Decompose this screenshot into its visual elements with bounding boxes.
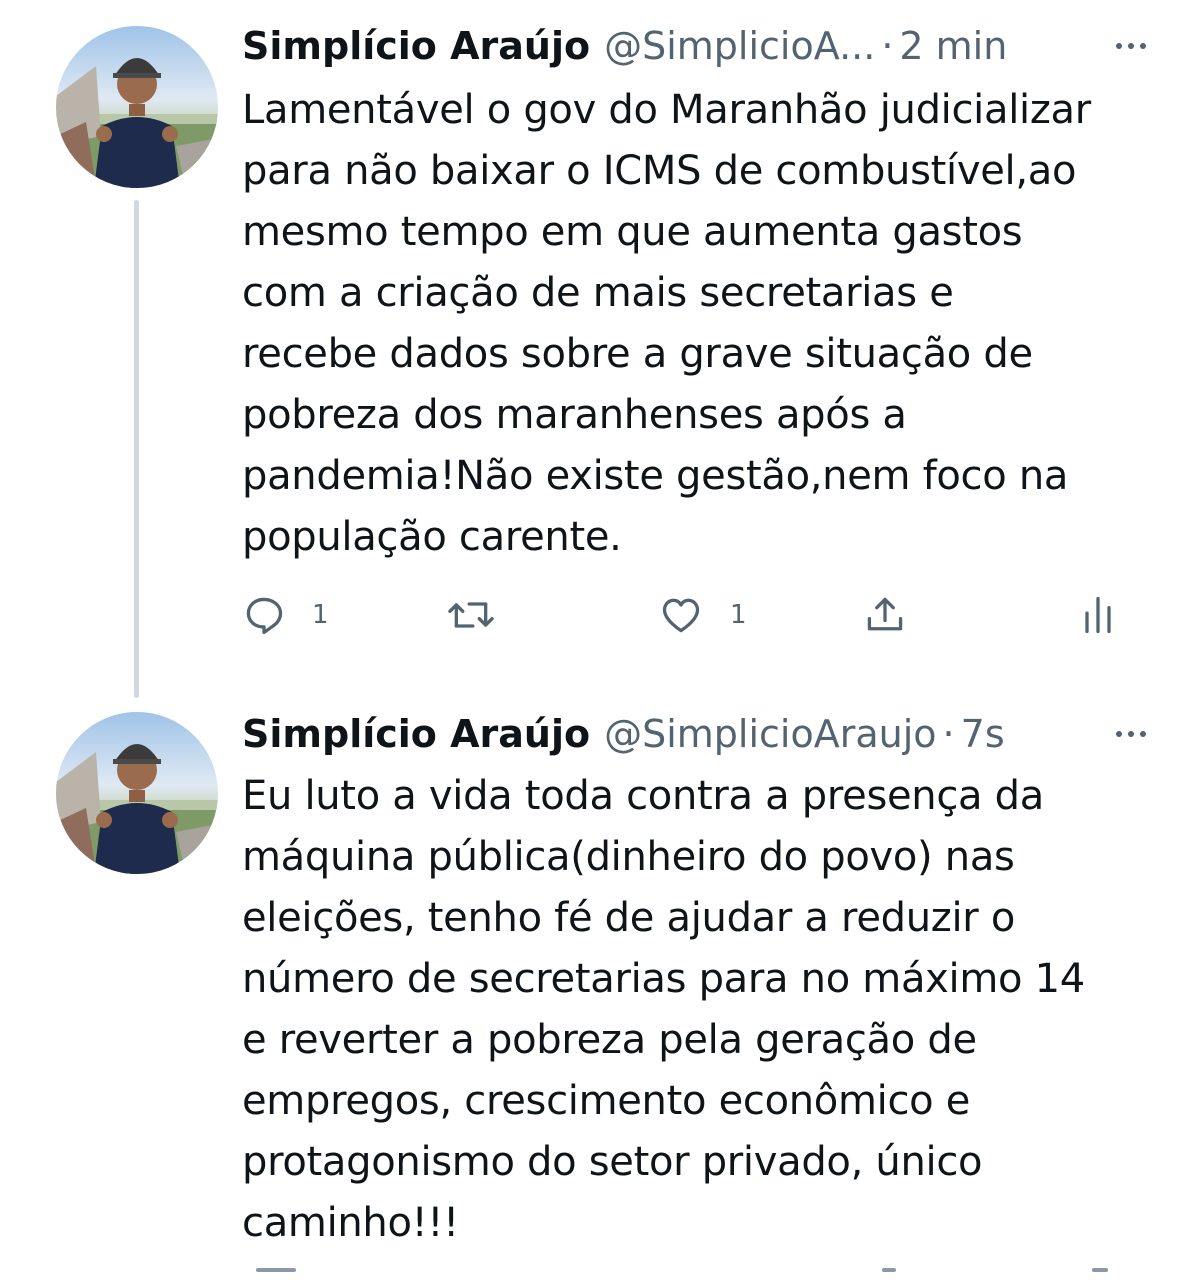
timestamp[interactable]: 7s <box>961 708 1005 760</box>
avatar[interactable] <box>56 712 218 874</box>
more-options-icon[interactable] <box>1116 708 1146 760</box>
reply-button[interactable]: 1 <box>242 590 329 640</box>
user-handle[interactable]: @SimplicioAraujo <box>604 708 936 760</box>
display-name[interactable]: Simplício Araújo <box>242 20 590 72</box>
display-name[interactable]: Simplício Araújo <box>242 708 590 760</box>
tweet[interactable]: Simplício Araújo @SimplicioA... · 2 min … <box>0 0 1196 700</box>
reply-icon <box>246 597 283 635</box>
retweet-icon <box>448 602 494 628</box>
retweet-button[interactable] <box>446 590 496 640</box>
avatar[interactable] <box>56 26 218 188</box>
like-button[interactable]: 1 <box>658 590 747 640</box>
separator: · <box>881 24 894 68</box>
tweet-text: Eu luto a vida toda contra a presença da… <box>242 773 1085 1246</box>
user-handle[interactable]: @SimplicioA... <box>604 20 875 72</box>
separator: · <box>942 712 955 756</box>
tweet-header: Simplício Araújo @SimplicioA... · 2 min <box>242 20 1146 72</box>
tweet-text: Lamentável o gov do Maranhão judicializa… <box>242 87 1091 560</box>
tweet-header: Simplício Araújo @SimplicioAraujo · 7s <box>242 708 1146 760</box>
analytics-icon <box>1085 596 1111 634</box>
share-icon <box>867 597 903 631</box>
tweet-actions-cut-off <box>242 1268 1122 1280</box>
tweet[interactable]: Simplício Araújo @SimplicioAraujo · 7s E… <box>0 700 1196 1280</box>
analytics-button[interactable] <box>1082 590 1114 640</box>
tweet-actions: 1 1 <box>242 590 1122 640</box>
thread-line <box>134 200 139 698</box>
more-options-icon[interactable] <box>1116 20 1146 72</box>
heart-icon <box>662 598 700 633</box>
timestamp[interactable]: 2 min <box>899 20 1007 72</box>
like-count: 1 <box>730 600 747 630</box>
share-button[interactable] <box>862 590 908 640</box>
avatar-photo <box>56 744 218 874</box>
reply-count: 1 <box>312 600 329 630</box>
avatar-photo <box>56 58 218 188</box>
